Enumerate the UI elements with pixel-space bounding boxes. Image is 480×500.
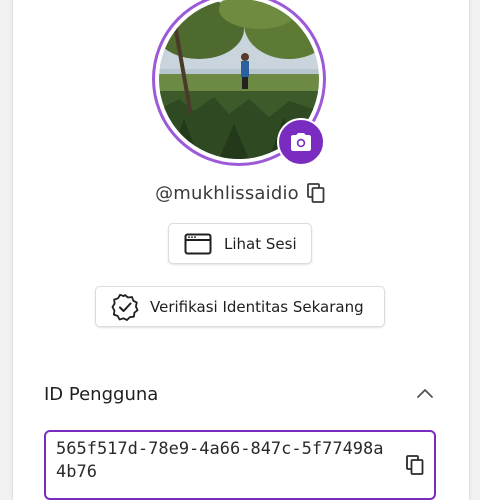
change-photo-button[interactable]: [277, 118, 325, 166]
chevron-up-icon[interactable]: [415, 386, 435, 400]
copy-icon[interactable]: [406, 455, 424, 475]
verify-identity-button[interactable]: Verifikasi Identitas Sekarang: [95, 286, 385, 327]
camera-icon: [291, 133, 311, 151]
username-row: @mukhlissaidio: [0, 180, 480, 206]
user-id-value: 565f517d-78e9-4a66-847c-5f77498a4b76: [56, 439, 384, 482]
user-id-field[interactable]: 565f517d-78e9-4a66-847c-5f77498a4b76: [44, 430, 436, 500]
username: @mukhlissaidio: [155, 182, 299, 204]
view-sessions-label: Lihat Sesi: [224, 234, 297, 253]
verified-badge-icon: [111, 293, 139, 321]
view-sessions-button[interactable]: Lihat Sesi: [168, 223, 312, 264]
browser-window-icon: [184, 233, 212, 254]
user-id-section-title: ID Pengguna: [44, 384, 159, 405]
copy-icon[interactable]: [307, 183, 325, 203]
verify-identity-label: Verifikasi Identitas Sekarang: [150, 297, 364, 316]
